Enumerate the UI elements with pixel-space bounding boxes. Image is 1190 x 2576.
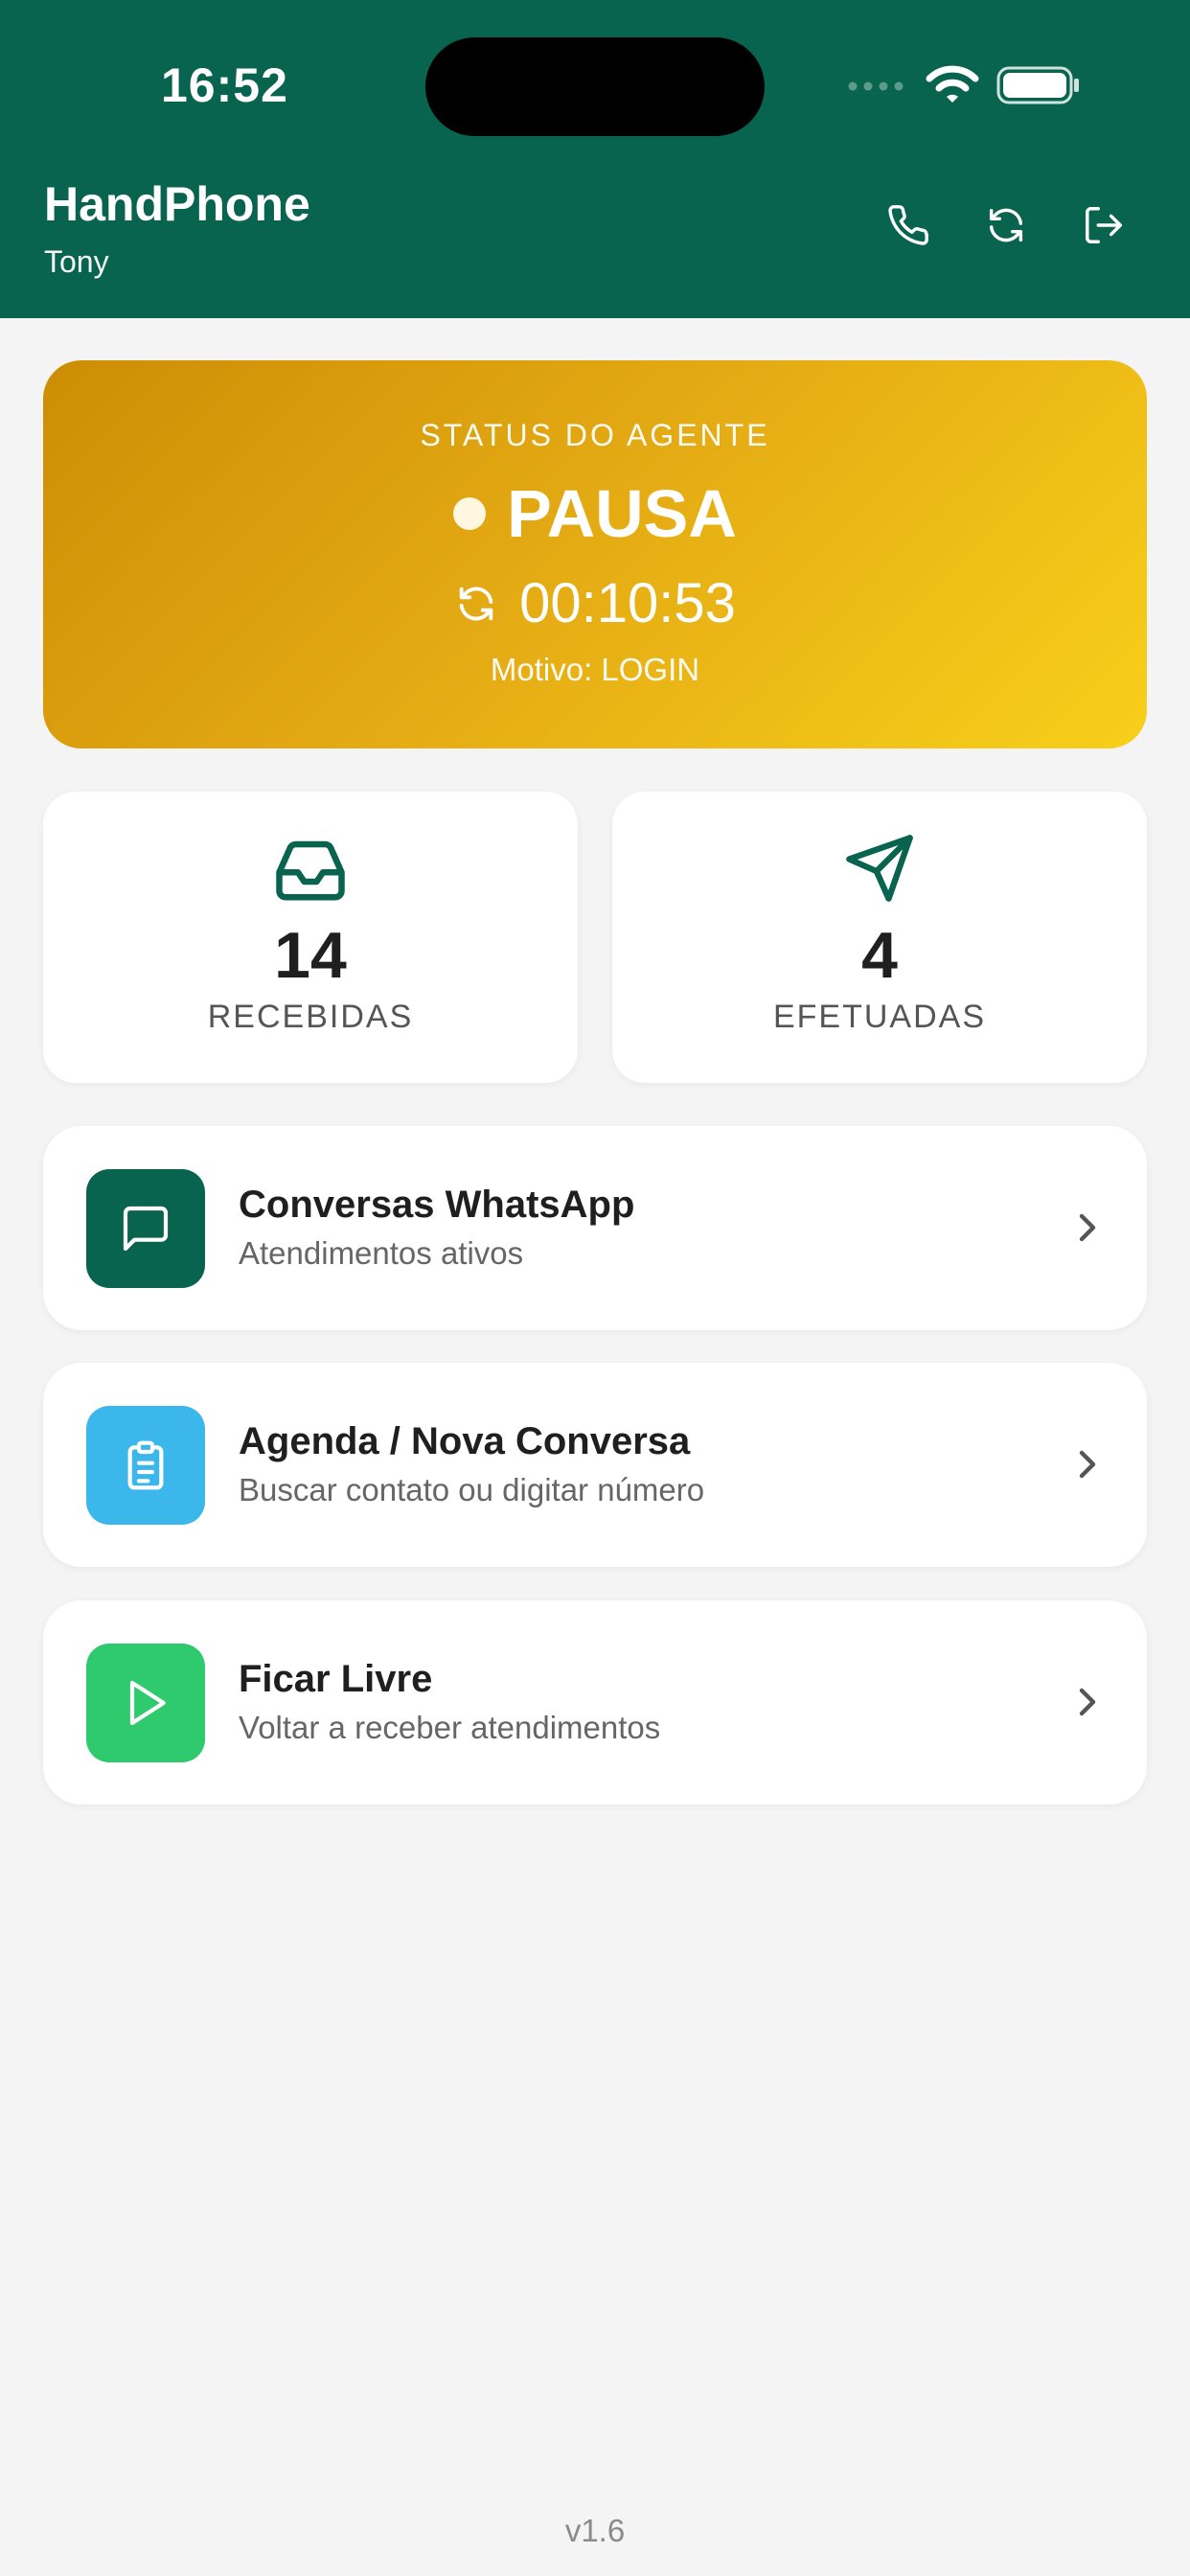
menu-item-title: Ficar Livre: [239, 1658, 433, 1700]
dynamic-island: [425, 37, 765, 136]
app-version: v1.6: [564, 2513, 626, 2548]
sent-count: 4: [861, 919, 898, 992]
status-label: STATUS DO AGENTE: [420, 418, 770, 452]
menu-icon-box: [86, 1644, 205, 1762]
received-count: 14: [274, 919, 347, 992]
status-bar-time: 16:52: [161, 58, 288, 112]
call-button[interactable]: [875, 192, 942, 259]
menu-item-title: Conversas WhatsApp: [239, 1184, 635, 1226]
menu-icon-box: [86, 1169, 205, 1288]
menu-item-title: Agenda / Nova Conversa: [239, 1420, 691, 1462]
status-timer: 00:10:53: [43, 571, 1147, 635]
refresh-button[interactable]: [973, 192, 1040, 259]
status-state-text: PAUSA: [507, 476, 737, 551]
app-header: 16:52 HandPhone Tony: [0, 0, 1190, 318]
received-counter-card: 14 RECEBIDAS: [43, 792, 578, 1083]
logout-button[interactable]: [1070, 192, 1137, 259]
received-label: RECEBIDAS: [207, 999, 414, 1035]
app-title: HandPhone: [44, 177, 310, 231]
play-icon: [129, 1680, 166, 1726]
status-state: PAUSA: [43, 475, 1147, 552]
user-name: Tony: [44, 244, 109, 279]
refresh-icon: [459, 586, 493, 620]
menu-item-subtitle: Voltar a receber atendimentos: [239, 1710, 661, 1745]
inbox-icon: [276, 840, 345, 901]
chevron-right-icon: [1079, 1450, 1096, 1479]
logout-icon: [1086, 207, 1122, 243]
signal-icon: [847, 80, 908, 97]
menu-item-subtitle: Buscar contato ou digitar número: [239, 1472, 705, 1507]
menu-icon-box: [86, 1406, 205, 1525]
agent-status-card: STATUS DO AGENTE PAUSA 00:10:53 Motivo: …: [43, 360, 1147, 748]
refresh-icon: [989, 208, 1023, 242]
status-dot-icon: [453, 497, 487, 530]
app-screen: 16:52 HandPhone Tony STATUS DO AGENTE PA…: [0, 0, 1190, 2576]
menu-item-subtitle: Atendimentos ativos: [239, 1235, 524, 1271]
phone-icon: [888, 205, 928, 245]
system-status-icons: [847, 65, 1081, 110]
sent-counter-card: 4 EFETUADAS: [612, 792, 1147, 1083]
menu-item-agenda-new-conversation[interactable]: Agenda / Nova Conversa Buscar contato ou…: [43, 1363, 1147, 1567]
battery-icon: [996, 66, 1081, 109]
chevron-right-icon: [1079, 1688, 1096, 1716]
sent-label: EFETUADAS: [772, 999, 987, 1035]
chat-icon: [123, 1206, 169, 1252]
status-reason: Motivo: LOGIN: [490, 652, 700, 687]
menu-item-become-available[interactable]: Ficar Livre Voltar a receber atendimento…: [43, 1600, 1147, 1805]
send-icon: [846, 835, 913, 902]
menu-item-whatsapp-conversations[interactable]: Conversas WhatsApp Atendimentos ativos: [43, 1126, 1147, 1330]
chevron-right-icon: [1079, 1213, 1096, 1242]
wifi-icon: [926, 65, 979, 110]
clipboard-icon: [127, 1440, 164, 1490]
timer-text: 00:10:53: [519, 572, 736, 634]
